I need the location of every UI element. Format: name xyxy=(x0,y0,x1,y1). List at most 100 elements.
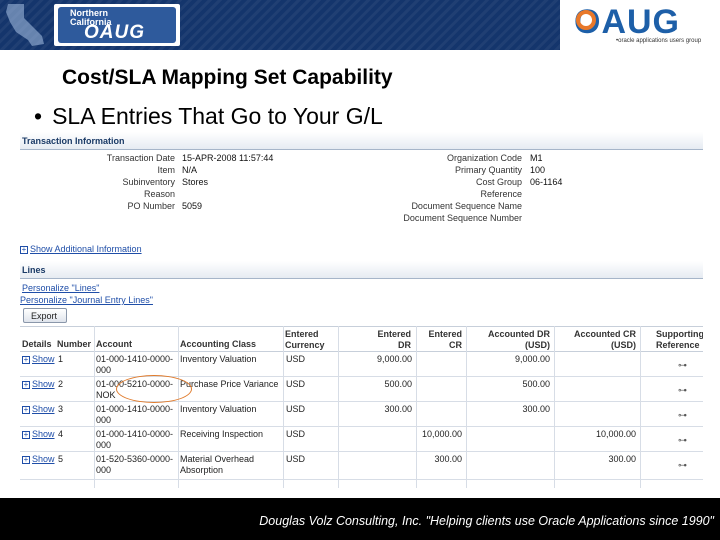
row-show-toggle[interactable]: + Show xyxy=(22,379,55,390)
col-accounted-cr: Accounted CR (USD) xyxy=(573,329,636,350)
table-row: + Show 4 01-000-1410-0000-000 Receiving I… xyxy=(20,427,703,452)
field-value: N/A xyxy=(182,165,198,175)
highlight-oval xyxy=(116,375,192,403)
field-label: Reference xyxy=(480,189,522,199)
col-account: Account xyxy=(96,339,132,349)
supporting-reference-icon[interactable]: ⊶ xyxy=(678,410,687,421)
header-banner: Northern California OAUG OAUG •oracle ap… xyxy=(0,0,720,50)
col-number: Number xyxy=(57,339,92,349)
row-show-toggle[interactable]: + Show xyxy=(22,429,55,440)
row-accounted-cr: 10,000.00 xyxy=(595,429,636,439)
field-value: 06-1164 xyxy=(530,177,563,187)
row-currency: USD xyxy=(286,454,306,464)
table-row: + Show 3 01-000-1410-0000-000 Inventory V… xyxy=(20,402,703,427)
row-number: 4 xyxy=(58,429,64,439)
footer-text: Douglas Volz Consulting, Inc. "Helping c… xyxy=(259,514,714,528)
personalize-lines-link[interactable]: Personalize "Lines" xyxy=(22,283,99,293)
row-account: 01-000-1410-0000-000 xyxy=(96,404,174,425)
row-accounting-class: Receiving Inspection xyxy=(180,429,264,439)
supporting-reference-icon[interactable]: ⊶ xyxy=(678,385,687,396)
row-show-toggle[interactable]: + Show xyxy=(22,454,55,465)
row-accounting-class: Material Overhead Absorption xyxy=(180,454,255,475)
row-accounting-class: Purchase Price Variance xyxy=(180,379,279,389)
expand-plus-icon[interactable]: + xyxy=(20,246,28,254)
expand-plus-icon[interactable]: + xyxy=(22,406,30,414)
field-label: PO Number xyxy=(127,201,175,211)
expand-plus-icon[interactable]: + xyxy=(22,356,30,364)
row-account: 01-000-1410-0000-000 xyxy=(96,354,174,375)
row-account: 01-520-5360-0000-000 xyxy=(96,454,174,475)
table-row: + Show 1 01-000-1410-0000-000 Inventory V… xyxy=(20,352,703,377)
slide-title: Cost/SLA Mapping Set Capability xyxy=(62,66,393,89)
col-supporting-reference: Supporting Reference xyxy=(656,329,703,350)
oracle-screenshot: Transaction Information Transaction Date… xyxy=(20,128,703,488)
table-row: + Show 5 01-520-5360-0000-000 Material Ov… xyxy=(20,452,703,480)
row-show-toggle[interactable]: + Show xyxy=(22,404,55,415)
row-entered-dr: 500.00 xyxy=(384,379,412,389)
california-map-icon xyxy=(6,4,44,46)
oaug-logo: OAUG •oracle applications users group xyxy=(560,0,720,50)
field-value: M1 xyxy=(530,153,543,163)
personalize-journal-lines-link[interactable]: Personalize "Journal Entry Lines" xyxy=(20,295,153,305)
show-additional-info-link[interactable]: Show Additional Information xyxy=(30,244,142,254)
expand-plus-icon[interactable]: + xyxy=(22,456,30,464)
field-label: Document Sequence Name xyxy=(411,201,522,211)
bullet-text: SLA Entries That Go to Your G/L xyxy=(52,103,383,129)
supporting-reference-icon[interactable]: ⊶ xyxy=(678,460,687,471)
row-entered-cr: 300.00 xyxy=(434,454,462,464)
bullet-dot-icon: • xyxy=(34,103,43,129)
field-label: Item xyxy=(157,165,175,175)
row-currency: USD xyxy=(286,404,306,414)
row-entered-cr: 10,000.00 xyxy=(421,429,462,439)
supporting-reference-icon[interactable]: ⊶ xyxy=(678,435,687,446)
field-label: Reason xyxy=(143,189,175,199)
field-label: Primary Quantity xyxy=(454,165,522,175)
field-label: Document Sequence Number xyxy=(403,213,522,223)
bullet-item: • SLA Entries That Go to Your G/L xyxy=(34,103,383,130)
col-details: Details xyxy=(22,339,52,349)
row-entered-dr: 300.00 xyxy=(384,404,412,414)
row-currency: USD xyxy=(286,354,306,364)
row-accounted-cr: 300.00 xyxy=(608,454,636,464)
col-entered-dr: Entered DR xyxy=(377,329,411,350)
lines-table-header: Details Number Account Accounting Class … xyxy=(20,326,703,352)
supporting-reference-icon[interactable]: ⊶ xyxy=(678,360,687,371)
row-accounted-dr: 500.00 xyxy=(522,379,550,389)
col-entered-currency: Entered Currency xyxy=(285,329,325,350)
footer-bar: Douglas Volz Consulting, Inc. "Helping c… xyxy=(0,498,720,540)
oaug-tagline: •oracle applications users group xyxy=(616,38,702,44)
lines-header: Lines xyxy=(20,261,703,279)
col-accounted-dr: Accounted DR (USD) xyxy=(487,329,550,350)
transaction-info-header: Transaction Information xyxy=(20,132,703,150)
field-label: Subinventory xyxy=(122,177,175,187)
row-account: 01-000-1410-0000-000 xyxy=(96,429,174,450)
row-accounted-dr: 9,000.00 xyxy=(514,354,550,364)
row-number: 5 xyxy=(58,454,64,464)
row-show-toggle[interactable]: + Show xyxy=(22,354,55,365)
expand-plus-icon[interactable]: + xyxy=(22,381,30,389)
field-label: Organization Code xyxy=(446,153,522,163)
field-value: Stores xyxy=(182,177,209,187)
col-accounting-class: Accounting Class xyxy=(180,339,257,349)
row-currency: USD xyxy=(286,429,306,439)
row-number: 2 xyxy=(58,379,64,389)
row-accounting-class: Inventory Valuation xyxy=(180,354,257,364)
field-label: Transaction Date xyxy=(106,153,175,163)
field-label: Cost Group xyxy=(475,177,522,187)
row-currency: USD xyxy=(286,379,306,389)
logo-left-line3: OAUG xyxy=(84,22,145,43)
field-value: 100 xyxy=(530,165,546,175)
export-button[interactable]: Export xyxy=(23,308,67,323)
northern-california-oaug-logo: Northern California OAUG xyxy=(54,4,180,46)
col-entered-cr: Entered CR xyxy=(428,329,462,350)
row-accounted-dr: 300.00 xyxy=(522,404,550,414)
field-value: 5059 xyxy=(182,201,203,211)
row-entered-dr: 9,000.00 xyxy=(376,354,412,364)
row-accounting-class: Inventory Valuation xyxy=(180,404,257,414)
expand-plus-icon[interactable]: + xyxy=(22,431,30,439)
field-value: 15-APR-2008 11:57:44 xyxy=(182,153,274,163)
show-additional-info[interactable]: + Show Additional Information xyxy=(20,244,142,254)
oaug-ring-icon xyxy=(576,10,596,30)
row-number: 1 xyxy=(58,354,64,364)
row-number: 3 xyxy=(58,404,64,414)
